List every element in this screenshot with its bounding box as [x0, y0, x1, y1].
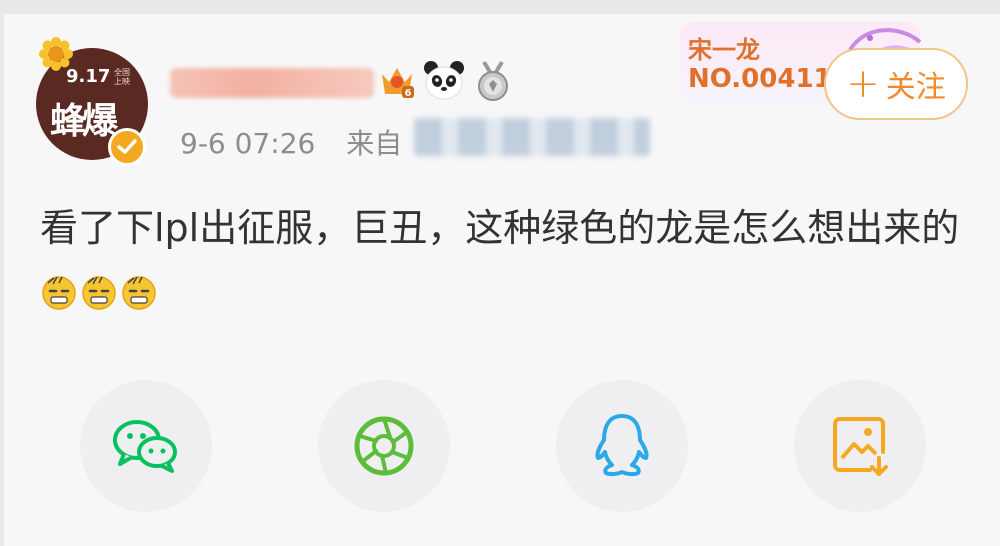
decoration-name: 宋一龙: [688, 36, 760, 64]
crown-level-badge-icon: 6: [382, 68, 414, 99]
follow-button[interactable]: + 关注: [824, 48, 968, 120]
username-blurred[interactable]: [170, 68, 374, 98]
post-content: 看了下lpl出征服，巨丑，这种绿色的龙是怎么想出来的: [40, 196, 970, 324]
panda-icon: [424, 61, 464, 100]
save-image-icon: [833, 417, 888, 476]
save-image-button[interactable]: [794, 380, 926, 512]
follow-label: 关注: [885, 70, 946, 105]
post-meta: 9-6 07:26 来自: [180, 122, 402, 162]
share-wechat-button[interactable]: [80, 380, 212, 512]
post-source-label: 来自: [346, 127, 403, 160]
grimace-emoji-icon: [82, 276, 116, 310]
avatar-poster-title: 蜂爆: [50, 100, 118, 142]
share-qq-button[interactable]: [556, 380, 688, 512]
avatar-poster-sub: 全国 上映: [114, 68, 130, 86]
qq-icon: [595, 414, 649, 477]
verified-badge-icon: [108, 128, 146, 166]
svg-text:6: 6: [405, 88, 412, 99]
share-moments-button[interactable]: [318, 380, 450, 512]
post-time: 9-6 07:26: [180, 127, 316, 160]
post-source-blurred: [414, 118, 650, 156]
plus-icon: +: [846, 61, 880, 107]
grimace-emoji-icon: [42, 276, 76, 310]
medal-icon: [478, 60, 508, 101]
wechat-icon: [113, 420, 177, 473]
sunflower-icon: [39, 37, 73, 71]
post-text: 看了下lpl出征服，巨丑，这种绿色的龙是怎么想出来的: [40, 206, 960, 250]
moments-icon: [354, 416, 414, 476]
grimace-emoji-icon: [122, 276, 156, 310]
